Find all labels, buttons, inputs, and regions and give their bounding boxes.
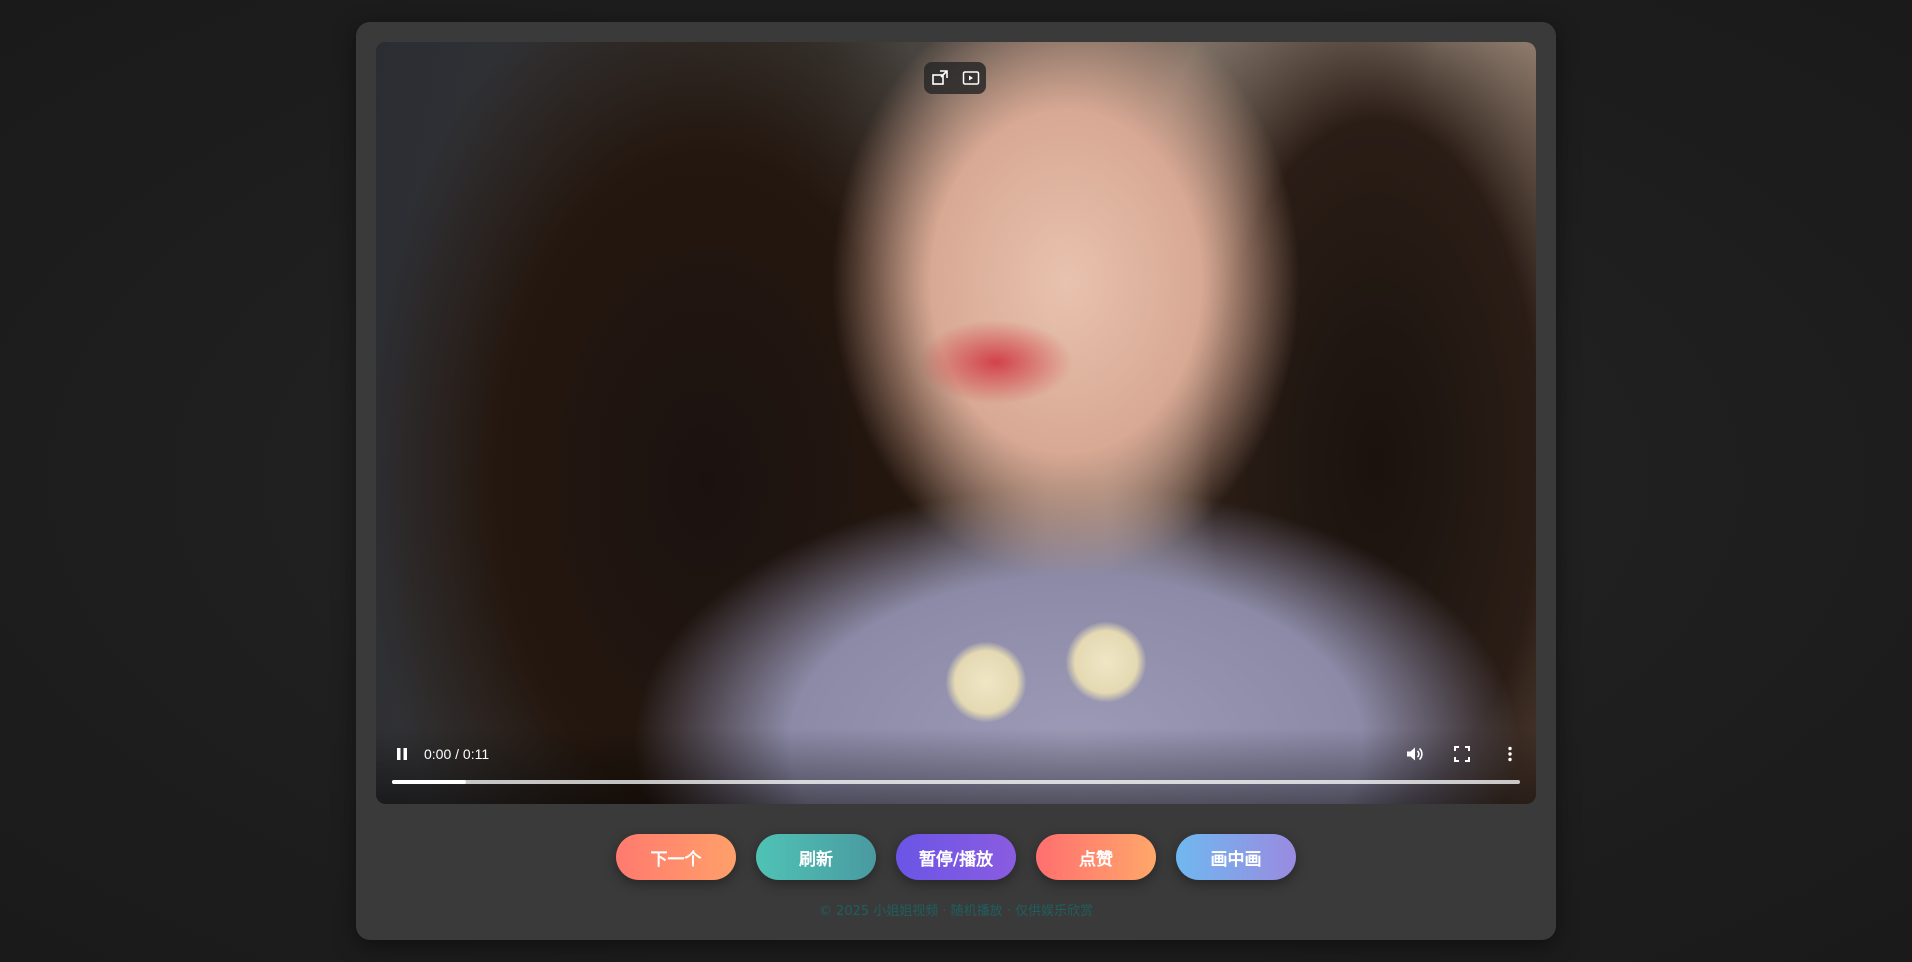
fullscreen-icon[interactable] [1450,742,1474,766]
pip-exit-icon[interactable] [929,67,951,89]
volume-icon[interactable] [1402,742,1426,766]
pause-icon[interactable] [390,742,414,766]
controls-row: 0:00 / 0:11 [390,742,1522,766]
pause-play-button[interactable]: 暂停/播放 [896,834,1016,880]
refresh-button[interactable]: 刷新 [756,834,876,880]
controls-right [1402,742,1522,766]
progress-bar[interactable] [392,780,1520,784]
video-controls: 0:00 / 0:11 [376,728,1536,804]
pip-toolbar [924,62,986,94]
next-button[interactable]: 下一个 [616,834,736,880]
pip-button[interactable]: 画中画 [1176,834,1296,880]
player-card: 0:00 / 0:11 下一个 刷新 暂停/播放 点赞 画中画 © 2025 小… [356,22,1556,940]
pip-play-icon[interactable] [960,67,982,89]
flower-brooch-right [1066,622,1146,702]
video-player[interactable]: 0:00 / 0:11 [376,42,1536,804]
footer-copyright: © 2025 小姐姐视频 · 随机播放 · 仅供娱乐欣赏 [818,904,1094,919]
more-vert-icon[interactable] [1498,742,1522,766]
time-display: 0:00 / 0:11 [424,746,490,762]
like-button[interactable]: 点赞 [1036,834,1156,880]
page: 0:00 / 0:11 下一个 刷新 暂停/播放 点赞 画中画 © 2025 小… [0,0,1912,962]
flower-brooch-left [946,642,1026,722]
action-buttons: 下一个 刷新 暂停/播放 点赞 画中画 [356,834,1556,880]
progress-fill [392,780,467,784]
